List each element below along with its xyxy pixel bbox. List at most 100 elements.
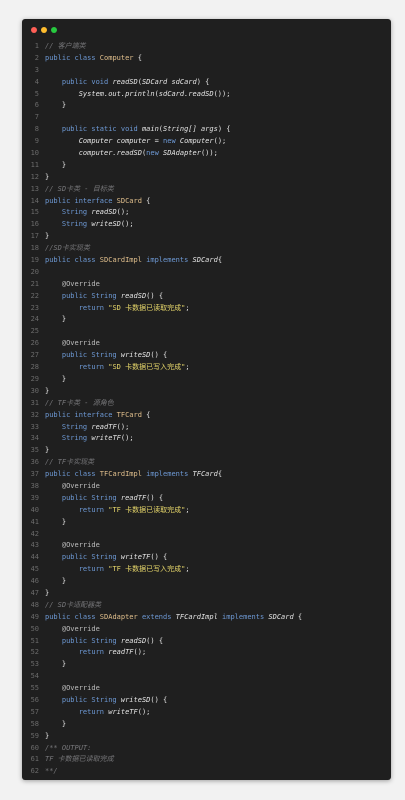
code-token: ) { — [196, 77, 210, 86]
code-token: public String — [61, 493, 121, 502]
code-token: writeTF — [108, 707, 138, 716]
line-number: 24 — [30, 315, 39, 324]
code-line: 12} — [22, 172, 391, 184]
code-token: ) { — [217, 125, 231, 134]
code-token: { — [217, 470, 223, 479]
code-token: String — [61, 208, 92, 217]
code-token: public void — [61, 77, 113, 86]
code-line: 17} — [22, 231, 391, 243]
code-token: (); — [133, 648, 147, 657]
code-token: readSD — [112, 77, 138, 86]
code-token: (); — [120, 434, 134, 443]
code-line: 34 String writeTF(); — [22, 433, 391, 445]
code-line: 51 public String readSD() { — [22, 636, 391, 648]
line-number: 50 — [30, 624, 39, 633]
code-token: readSD — [120, 636, 147, 645]
line-number: 55 — [30, 684, 39, 693]
line-number: 43 — [30, 541, 39, 550]
code-line: 50 @Override — [22, 624, 391, 636]
code-text: public class TFCardImpl implements TFCar… — [45, 469, 222, 481]
code-token: readTF — [91, 422, 117, 431]
code-token: } — [45, 731, 50, 740]
code-token: writeSD — [120, 695, 151, 704]
code-line: 44 public String writeTF() { — [22, 552, 391, 564]
code-token: return — [78, 303, 109, 312]
code-line: 9 Computer computer = new Computer(); — [22, 136, 391, 148]
line-number: 12 — [30, 172, 39, 181]
code-text: } — [45, 517, 66, 529]
line-number: 38 — [30, 481, 39, 490]
code-token: ; — [185, 303, 190, 312]
code-token: = — [150, 137, 164, 146]
code-line: 59} — [22, 731, 391, 743]
code-text: @Override — [45, 481, 100, 493]
line-number: 53 — [30, 660, 39, 669]
code-token: } — [45, 315, 67, 324]
close-dot-icon[interactable] — [31, 27, 37, 33]
code-text: } — [45, 374, 66, 386]
code-line: 2 public class Computer { — [22, 53, 391, 65]
code-token: SDAdapter — [163, 149, 201, 158]
code-token: { — [133, 53, 142, 62]
code-text: return "SD 卡数据已读取完成"; — [45, 303, 190, 315]
code-token: TFCard — [116, 410, 142, 419]
code-text: public interface TFCard { — [45, 410, 150, 422]
line-number: 34 — [30, 434, 39, 443]
line-number: 20 — [30, 267, 39, 276]
line-number: 48 — [30, 600, 39, 609]
code-token: () { — [150, 553, 168, 562]
code-token: { — [217, 256, 223, 265]
code-text: /** OUTPUT: — [45, 743, 91, 755]
code-token: String — [61, 220, 92, 229]
line-number: 59 — [30, 731, 39, 740]
code-text: } — [45, 659, 66, 671]
code-token: computer.readSD — [78, 149, 142, 158]
code-token: { — [141, 410, 151, 419]
line-number: 23 — [30, 303, 39, 312]
code-line: 10 computer.readSD(new SDAdapter()); — [22, 148, 391, 160]
line-number: 56 — [30, 695, 39, 704]
code-token: main — [141, 125, 159, 134]
code-line: 58 } — [22, 719, 391, 731]
code-token: public interface — [45, 410, 117, 419]
code-token: @Override — [61, 541, 100, 550]
code-text: // TF卡实现类 — [45, 457, 94, 469]
code-text: System.out.println(sdCard.readSD()); — [45, 89, 231, 101]
line-number: 61 — [30, 755, 39, 764]
line-number: 31 — [30, 398, 39, 407]
minimize-dot-icon[interactable] — [41, 27, 47, 33]
code-token: writeSD — [120, 351, 151, 360]
code-token: () { — [150, 695, 168, 704]
line-number: 49 — [30, 612, 39, 621]
code-token: return — [78, 505, 109, 514]
code-text: TF 卡数据已读取完成 — [45, 754, 114, 766]
code-token: } — [45, 517, 67, 526]
line-number: 39 — [30, 493, 39, 502]
code-text: public static void main(String[] args) { — [45, 124, 231, 136]
code-token: (); — [213, 137, 227, 146]
maximize-dot-icon[interactable] — [51, 27, 57, 33]
line-number: 58 — [30, 719, 39, 728]
code-token: // 客户端类 — [45, 42, 86, 50]
code-text: } — [45, 445, 49, 457]
code-line: 31 // TF卡类 - 源角色 — [22, 398, 391, 410]
code-token: /** OUTPUT: — [45, 743, 92, 752]
code-editor: 1// 客户端类 2 public class Computer {3 4 publi… — [22, 41, 391, 778]
code-token: //SD卡实现类 — [45, 244, 90, 253]
code-text: public interface SDCard { — [45, 196, 150, 208]
code-token: return — [78, 707, 109, 716]
line-number: 8 — [34, 125, 39, 134]
code-token: (); — [116, 422, 130, 431]
code-token: writeTF — [91, 434, 121, 443]
code-line: 37 public class TFCardImpl implements TFC… — [22, 469, 391, 481]
code-text: @Override — [45, 338, 100, 350]
code-line: 60 /** OUTPUT: — [22, 743, 391, 755]
code-token: SDCard — [192, 256, 218, 265]
